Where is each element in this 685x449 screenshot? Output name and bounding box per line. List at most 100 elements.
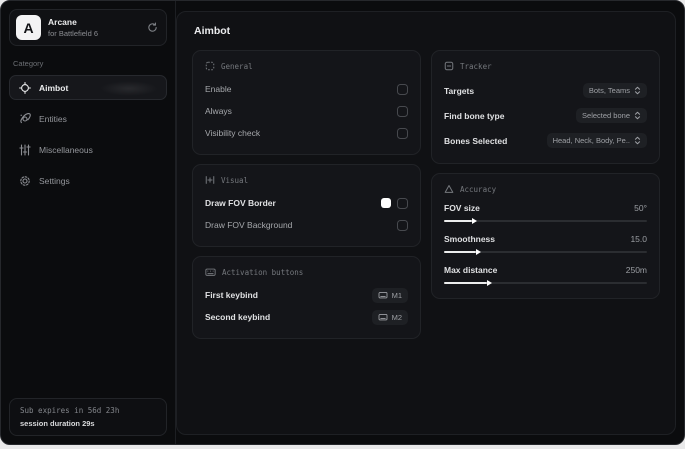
panel-tracker: Tracker Targets Bots, Teams Find bone ty… xyxy=(431,50,660,164)
right-column: Tracker Targets Bots, Teams Find bone ty… xyxy=(431,50,660,299)
app-name: Arcane xyxy=(48,17,77,27)
setting-label: Visibility check xyxy=(205,128,261,138)
always-checkbox[interactable] xyxy=(397,105,408,117)
sidebar-item-label: Aimbot xyxy=(39,82,69,93)
slider-fill xyxy=(444,248,483,255)
setting-label: Targets xyxy=(444,85,475,96)
panel-columns: General Enable Always Visibility check V… xyxy=(192,50,660,339)
enable-checkbox[interactable] xyxy=(397,83,408,95)
find-bone-type-dropdown[interactable]: Selected bone xyxy=(576,108,647,123)
dashed-box-icon xyxy=(205,61,215,71)
panel-activation-buttons: Activation buttons First keybind M1 Seco… xyxy=(192,256,421,339)
setting-label: Draw FOV Border xyxy=(205,198,276,208)
smoothness-slider[interactable] xyxy=(444,248,647,255)
sidebar-item-label: Entities xyxy=(39,113,67,124)
session-duration-text: session duration 29s xyxy=(20,419,95,428)
slider-label: Max distance xyxy=(444,265,498,275)
keyboard-icon xyxy=(378,292,388,299)
setting-label: Draw FOV Background xyxy=(205,220,293,230)
setting-row-always: Always xyxy=(205,100,408,122)
page-title: Aimbot xyxy=(194,25,231,37)
panel-visual-header: Visual xyxy=(205,175,408,185)
crosshair-icon xyxy=(19,81,31,94)
max-distance-slider[interactable] xyxy=(444,279,647,286)
setting-row-first-keybind: First keybind M1 xyxy=(205,284,408,306)
triangle-icon xyxy=(444,184,454,194)
fov-size-slider[interactable] xyxy=(444,217,647,224)
targets-dropdown[interactable]: Bots, Teams xyxy=(582,83,647,98)
flip-horizontal-icon xyxy=(205,175,215,185)
refresh-icon[interactable] xyxy=(147,22,158,33)
panel-title: Activation buttons xyxy=(222,267,304,277)
slider-value: 50° xyxy=(634,203,647,213)
slider-label: Smoothness xyxy=(444,234,496,244)
slider-label: FOV size xyxy=(444,203,480,213)
panel-tracker-header: Tracker xyxy=(444,61,647,71)
panel-general-header: General xyxy=(205,61,408,71)
slider-fill xyxy=(444,279,492,286)
draw-fov-background-checkbox[interactable] xyxy=(397,219,408,231)
draw-fov-border-checkbox[interactable] xyxy=(397,197,408,209)
slider-fill xyxy=(444,217,478,224)
app-logo: A xyxy=(16,15,41,40)
setting-row-find-bone-type: Find bone type Selected bone xyxy=(444,103,647,128)
keyboard-icon xyxy=(378,314,388,321)
setting-row-second-keybind: Second keybind M2 xyxy=(205,306,408,328)
panel-accuracy: Accuracy FOV size 50° Smoothness 15.0 Ma… xyxy=(431,173,660,299)
keyboard-icon xyxy=(205,267,216,277)
sub-expires-text: Sub expires in 56d 23h xyxy=(20,406,120,415)
setting-row-draw-fov-background: Draw FOV Background xyxy=(205,214,408,236)
slider-row-fov-size: FOV size 50° xyxy=(444,201,647,226)
unfold-icon xyxy=(634,111,641,120)
keybind-value: M2 xyxy=(391,312,402,322)
sidebar-item-aimbot[interactable]: Aimbot xyxy=(9,75,167,100)
brand-card: A Arcane for Battlefield 6 xyxy=(9,9,167,46)
setting-label: Second keybind xyxy=(205,312,271,322)
panel-visual: Visual Draw FOV Border Draw FOV Backgrou… xyxy=(192,164,421,247)
setting-row-targets: Targets Bots, Teams xyxy=(444,78,647,103)
sidebar-item-settings[interactable]: Settings xyxy=(9,168,167,193)
visibility-check-checkbox[interactable] xyxy=(397,127,408,139)
panel-title: Accuracy xyxy=(460,184,497,194)
bones-selected-dropdown[interactable]: Head, Neck, Body, Pe.. xyxy=(546,133,647,148)
unfold-icon xyxy=(634,136,641,145)
panel-title: Visual xyxy=(221,175,249,185)
second-keybind-button[interactable]: M2 xyxy=(371,309,408,325)
brand-text: Arcane for Battlefield 6 xyxy=(48,17,98,38)
sidebar: A Arcane for Battlefield 6 Category Aimb… xyxy=(1,1,176,444)
category-label: Category xyxy=(13,59,44,68)
setting-label: First keybind xyxy=(205,290,258,300)
dropdown-value: Selected bone xyxy=(582,111,630,120)
color-swatch[interactable] xyxy=(381,198,391,208)
setting-row-enable: Enable xyxy=(205,78,408,100)
setting-row-visibility-check: Visibility check xyxy=(205,122,408,144)
panel-title: General xyxy=(221,61,253,71)
setting-label: Enable xyxy=(205,84,232,94)
sidebar-item-miscellaneous[interactable]: Miscellaneous xyxy=(9,137,167,162)
panel-general: General Enable Always Visibility check xyxy=(192,50,421,155)
sidebar-item-entities[interactable]: Entities xyxy=(9,106,167,131)
dropdown-value: Head, Neck, Body, Pe.. xyxy=(552,136,630,145)
app-subtitle: for Battlefield 6 xyxy=(48,29,99,38)
slider-value: 250m xyxy=(625,265,647,275)
setting-label: Bones Selected xyxy=(444,135,508,146)
panel-accuracy-header: Accuracy xyxy=(444,184,647,194)
setting-row-draw-fov-border: Draw FOV Border xyxy=(205,192,408,214)
slider-row-max-distance: Max distance 250m xyxy=(444,263,647,288)
slider-value: 15.0 xyxy=(630,234,647,244)
sliders-vertical-icon xyxy=(19,143,31,156)
sidebar-nav: Aimbot Entities Miscellaneous Settings xyxy=(9,75,167,193)
first-keybind-button[interactable]: M1 xyxy=(371,287,408,303)
slider-row-smoothness: Smoothness 15.0 xyxy=(444,232,647,257)
unfold-icon xyxy=(634,86,641,95)
sidebar-item-label: Settings xyxy=(39,175,70,186)
left-column: General Enable Always Visibility check V… xyxy=(192,50,421,339)
logo-letter: A xyxy=(23,19,34,36)
panel-title: Tracker xyxy=(460,61,492,71)
app-window: A Arcane for Battlefield 6 Category Aimb… xyxy=(0,0,685,445)
subscription-card: Sub expires in 56d 23h session duration … xyxy=(9,398,167,436)
orbit-icon xyxy=(19,112,31,125)
main-panel: Aimbot General Enable Always Visibility … xyxy=(176,11,676,435)
keybind-value: M1 xyxy=(391,290,402,300)
